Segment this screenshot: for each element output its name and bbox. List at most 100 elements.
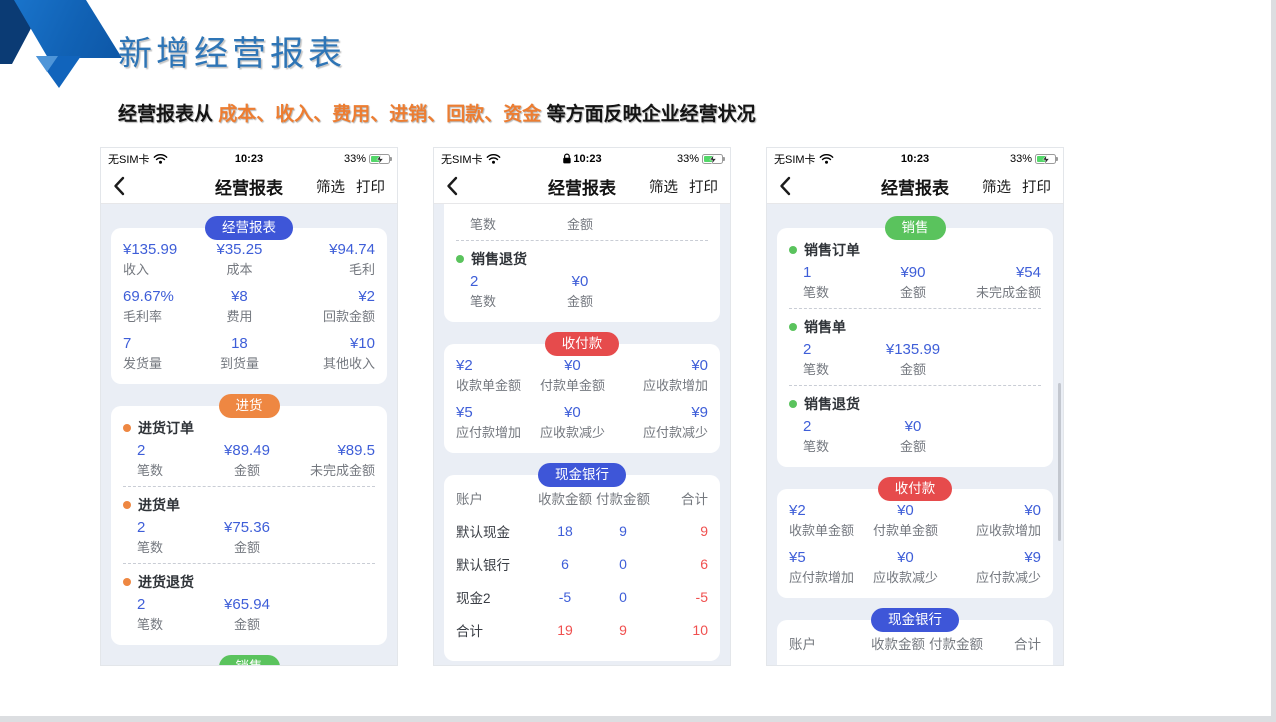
charging-bolt-icon	[376, 155, 384, 164]
nav-bar: 经营报表筛选打印	[101, 169, 397, 204]
section-header: 进货订单	[123, 419, 375, 437]
status-time: 10:23	[235, 148, 263, 169]
stat-cell-empty	[618, 273, 708, 310]
stat-label: 费用	[226, 309, 252, 325]
stat-label: 金额	[567, 217, 593, 233]
filter-button[interactable]: 筛选	[982, 176, 1011, 197]
phone-body: 笔数金额销售退货2笔数¥0金额收付款¥2收款单金额¥0付款单金额¥0应收款增加¥…	[434, 204, 730, 665]
filter-button[interactable]: 筛选	[316, 176, 345, 197]
stat-cell: 2笔数	[137, 519, 209, 556]
scrollbar-thumb[interactable]	[1058, 383, 1061, 541]
back-button[interactable]	[113, 176, 125, 196]
stat-value: 7	[123, 335, 199, 353]
stat-cell: ¥10其他收入	[280, 335, 375, 372]
slide: 新增经营报表 经营报表从 成本、收入、费用、进销、回款、资金 等方面反映企业经营…	[0, 0, 1271, 716]
cash-table-card: 账户收款金额付款金额合计默认现金1899默认银行606现金2-50-5合计199…	[444, 475, 720, 661]
stat-value: ¥90	[900, 264, 925, 282]
table-row: 合计19910	[456, 620, 708, 640]
stat-cell: ¥0金额	[542, 273, 618, 310]
status-time: 10:23	[901, 148, 929, 169]
table-cell: 0	[594, 556, 652, 572]
stat-cell: ¥0应收款减少	[865, 549, 945, 586]
stat-label: 收款单金额	[789, 523, 865, 539]
stat-value: 2	[137, 596, 209, 614]
stat-value: ¥10	[350, 335, 375, 353]
print-button[interactable]: 打印	[689, 176, 718, 197]
dashed-divider	[456, 240, 708, 241]
stat-value: 2	[803, 341, 875, 359]
back-button[interactable]	[779, 176, 791, 196]
battery-percent: 33%	[344, 153, 366, 165]
table-header-cell: 账户	[456, 488, 536, 508]
stat-cell: ¥0金额	[875, 418, 951, 455]
section-row: 进货订单2笔数¥89.49金额¥89.5未完成金额	[123, 419, 375, 479]
print-button[interactable]: 打印	[356, 176, 385, 197]
status-bar: 无SIM卡 10:23 33%	[101, 148, 397, 169]
section-title: 进货单	[138, 496, 180, 514]
section-row: 销售退货2笔数¥0金额	[789, 395, 1041, 455]
stat-label: 应付款增加	[456, 425, 532, 441]
stat-cell: ¥8费用	[199, 288, 279, 325]
stat-cell: 2笔数	[470, 273, 542, 310]
nav-actions: 筛选打印	[316, 176, 385, 197]
subtitle-suffix: 等方面反映企业经营状况	[541, 104, 755, 125]
stat-value: ¥135.99	[123, 241, 199, 259]
stats-row: ¥135.99收入¥35.25成本¥94.74毛利	[123, 241, 375, 278]
table-row-label: 默认现金	[456, 521, 536, 541]
subtitle-prefix: 经营报表从	[118, 104, 218, 125]
status-left: 无SIM卡	[441, 151, 501, 167]
stat-cell: ¥35.25成本	[199, 241, 279, 278]
stat-cell: ¥89.49金额	[209, 442, 285, 479]
filter-button[interactable]: 筛选	[649, 176, 678, 197]
stat-label: 笔数	[803, 362, 875, 378]
stat-label: 应收款增加	[643, 378, 708, 394]
back-icon[interactable]	[113, 176, 125, 196]
stat-cell: ¥9应付款减少	[613, 404, 708, 441]
stat-cell: ¥5应付款增加	[789, 549, 865, 586]
stats-row: ¥2收款单金额¥0付款单金额¥0应收款增加	[789, 502, 1041, 539]
section-header: 销售单	[789, 318, 1041, 336]
stats-row: ¥5应付款增加¥0应收款减少¥9应付款减少	[789, 549, 1041, 586]
stat-label: 笔数	[137, 540, 209, 556]
stats-card: ¥2收款单金额¥0付款单金额¥0应收款增加¥5应付款增加¥0应收款减少¥9应付款…	[777, 489, 1053, 598]
stat-value: ¥89.5	[337, 442, 375, 460]
bullet-dot-icon	[123, 424, 131, 432]
bullet-dot-icon	[789, 323, 797, 331]
stat-label: 收款单金额	[456, 378, 532, 394]
sections-card: 销售订单1笔数¥90金额¥54未完成金额销售单2笔数¥135.99金额销售退货2…	[777, 228, 1053, 467]
print-button[interactable]: 打印	[1022, 176, 1051, 197]
section-pill: 销售	[885, 216, 946, 240]
stat-value: ¥0	[905, 418, 922, 436]
stat-cell: ¥9应付款减少	[946, 549, 1041, 586]
table-cell: 9	[652, 523, 708, 539]
stat-label: 收入	[123, 262, 199, 278]
charging-bolt-icon	[1042, 155, 1050, 164]
status-left: 无SIM卡	[108, 151, 168, 167]
stat-cell-empty	[951, 418, 1041, 455]
table-row: 现金2-50-5	[456, 587, 708, 607]
stat-label: 付款单金额	[873, 523, 938, 539]
stat-value: ¥0	[691, 357, 708, 375]
corner-decoration-triangle	[34, 56, 84, 90]
carrier-label: 无SIM卡	[108, 151, 150, 167]
lock-icon	[562, 153, 571, 164]
stat-cell-empty	[951, 341, 1041, 378]
stat-value: ¥2	[789, 502, 865, 520]
stat-label: 应收款增加	[976, 523, 1041, 539]
back-button[interactable]	[446, 176, 458, 196]
section-row: 销售退货2笔数¥0金额	[456, 250, 708, 310]
subtitle-highlight: 成本、收入、费用、进销、回款、资金	[218, 104, 541, 125]
status-right: 33%	[344, 153, 390, 165]
stats-row: 7发货量18到货量¥10其他收入	[123, 335, 375, 372]
section-pill: 收付款	[545, 332, 620, 356]
status-bar: 无SIM卡10:2333%	[767, 148, 1063, 169]
wifi-icon	[819, 153, 834, 164]
section-row: 销售订单1笔数¥90金额¥54未完成金额	[789, 241, 1041, 301]
stat-cell-empty	[285, 519, 375, 556]
section-header: 进货单	[123, 496, 375, 514]
back-icon[interactable]	[446, 176, 458, 196]
stat-cell: ¥0应收款增加	[946, 502, 1041, 539]
back-icon[interactable]	[779, 176, 791, 196]
stats-row: 2笔数¥65.94金额	[123, 596, 375, 633]
section-pill: 销售	[219, 655, 280, 665]
